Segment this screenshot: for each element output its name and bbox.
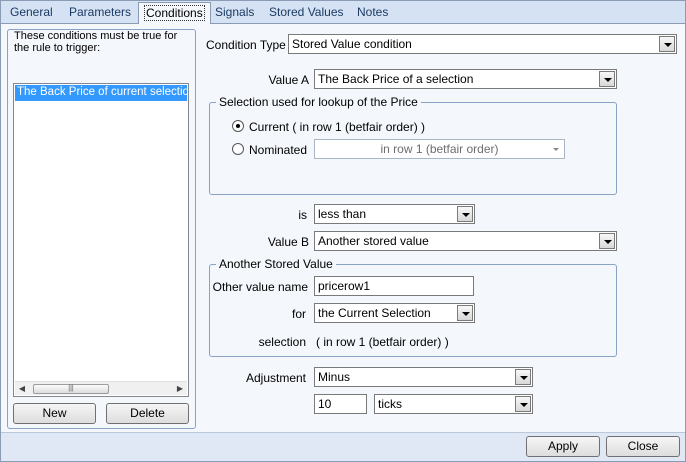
value-a-select[interactable]: The Back Price of a selection <box>314 69 617 89</box>
condition-type-label: Condition Type <box>206 38 286 52</box>
tab-label: Stored Values <box>269 5 344 19</box>
value-b-label: Value B <box>267 235 309 249</box>
tab-strip: General Parameters Conditions Signals St… <box>1 1 685 24</box>
current-radio-label[interactable]: Current ( in row 1 (betfair order) ) <box>249 120 425 134</box>
condition-type-select[interactable]: Stored Value condition <box>288 34 677 54</box>
tab-notes[interactable]: Notes <box>352 4 393 23</box>
apply-button[interactable]: Apply <box>526 436 600 457</box>
close-button[interactable]: Close <box>606 436 680 457</box>
new-condition-button[interactable]: New <box>13 403 96 424</box>
adjustment-label: Adjustment <box>245 371 306 385</box>
is-label: is <box>298 208 307 222</box>
current-radio[interactable] <box>232 120 244 132</box>
tab-stored-values[interactable]: Stored Values <box>264 4 349 23</box>
delete-condition-button[interactable]: Delete <box>106 403 189 424</box>
condition-type-value: Stored Value condition <box>292 37 412 51</box>
another-stored-value-title: Another Stored Value <box>216 257 336 271</box>
chevron-down-icon <box>547 141 563 157</box>
scroll-right-icon[interactable]: ▶ <box>173 382 187 396</box>
adjustment-unit-select[interactable]: ticks <box>374 394 533 414</box>
chevron-down-icon[interactable] <box>599 233 615 249</box>
tab-label: General <box>10 5 53 19</box>
chevron-down-icon[interactable] <box>457 206 473 222</box>
conditions-panel: These conditions must be true for the ru… <box>1 24 685 432</box>
selection-label: selection <box>258 335 306 349</box>
other-value-name-input[interactable] <box>314 276 474 296</box>
conditions-list-title: These conditions must be true for the ru… <box>14 30 178 54</box>
scroll-thumb[interactable]: ||| <box>33 384 109 394</box>
chevron-down-icon[interactable] <box>515 396 531 412</box>
other-value-name-label: Other value name <box>212 280 308 294</box>
tab-signals[interactable]: Signals <box>210 4 259 23</box>
value-a-value: The Back Price of a selection <box>318 72 474 86</box>
chevron-down-icon[interactable] <box>599 71 615 87</box>
nominated-radio-label[interactable]: Nominated <box>249 143 307 157</box>
value-b-value: Another stored value <box>318 234 429 248</box>
value-a-label: Value A <box>268 73 309 87</box>
nominated-value: in row 1 (betfair order) <box>380 142 499 156</box>
value-b-select[interactable]: Another stored value <box>314 231 617 251</box>
chevron-down-icon[interactable] <box>659 36 675 52</box>
comparison-value: less than <box>318 207 367 221</box>
list-item[interactable]: The Back Price of current selection <box>15 85 187 101</box>
tab-label: Signals <box>215 5 255 19</box>
for-selection-select[interactable]: the Current Selection <box>314 303 475 323</box>
tab-parameters[interactable]: Parameters <box>64 4 136 23</box>
tab-label: Parameters <box>69 5 132 19</box>
for-label: for <box>291 307 306 321</box>
tab-label: Conditions <box>144 5 205 21</box>
chevron-down-icon[interactable] <box>515 369 531 385</box>
selection-value: ( in row 1 (betfair order) ) <box>316 335 449 349</box>
tab-general[interactable]: General <box>5 4 58 23</box>
selection-lookup-title: Selection used for lookup of the Price <box>216 95 421 109</box>
chevron-down-icon[interactable] <box>457 305 473 321</box>
for-selection-value: the Current Selection <box>318 306 431 320</box>
dialog-footer: Apply Close <box>1 432 685 461</box>
conditions-listbox[interactable]: The Back Price of current selection ◀ ||… <box>13 83 189 397</box>
comparison-select[interactable]: less than <box>314 204 475 224</box>
adjustment-amount-input[interactable] <box>314 394 367 414</box>
tab-conditions[interactable]: Conditions <box>138 2 211 24</box>
horizontal-scrollbar[interactable]: ◀ ||| ▶ <box>15 381 187 395</box>
adjustment-value: Minus <box>318 370 351 384</box>
rule-editor-window: General Parameters Conditions Signals St… <box>0 0 686 462</box>
adjustment-unit-value: ticks <box>378 397 402 411</box>
adjustment-select[interactable]: Minus <box>314 367 533 387</box>
nominated-select: in row 1 (betfair order) <box>314 139 565 159</box>
tab-label: Notes <box>357 5 389 19</box>
scroll-left-icon[interactable]: ◀ <box>15 382 29 396</box>
nominated-radio[interactable] <box>232 143 244 155</box>
